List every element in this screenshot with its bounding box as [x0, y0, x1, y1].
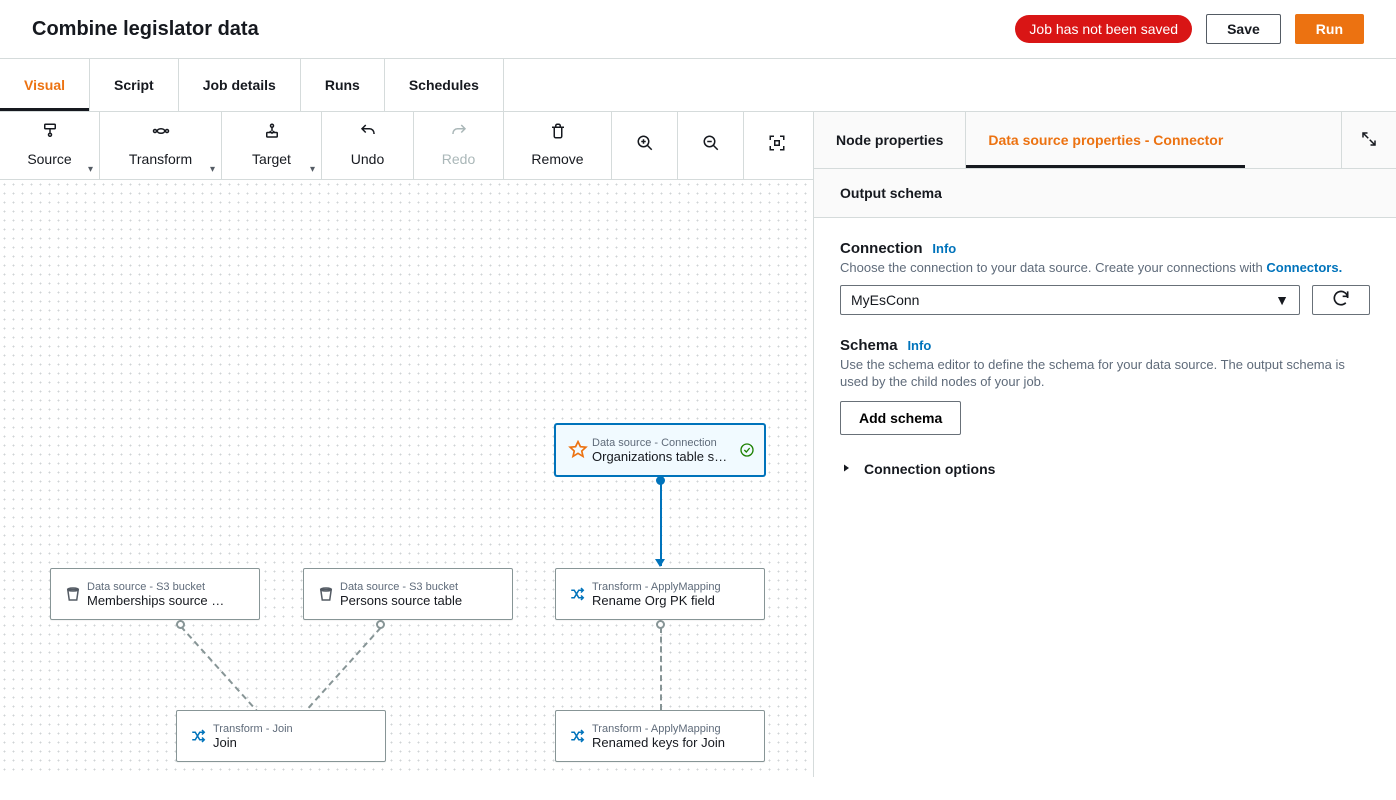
- canvas-column: Source Transform Target Undo: [0, 112, 814, 777]
- toolbar-remove[interactable]: Remove: [504, 112, 612, 179]
- fit-screen-icon: [767, 134, 787, 155]
- edge-persrc-join: [301, 627, 381, 716]
- connection-info-link[interactable]: Info: [932, 241, 956, 256]
- caret-right-icon: [840, 461, 852, 477]
- zoom-out-icon: [701, 134, 721, 155]
- zoom-in-icon: [635, 134, 655, 155]
- trash-icon: [548, 122, 568, 143]
- toolbar-source[interactable]: Source: [0, 112, 100, 179]
- edge-memsrc-join: [180, 626, 260, 715]
- expand-panel-button[interactable]: [1341, 112, 1396, 168]
- main-tabs: Visual Script Job details Runs Schedules: [0, 59, 1396, 112]
- port[interactable]: [176, 620, 185, 629]
- node-persons-source[interactable]: Data source - S3 bucket Persons source t…: [303, 568, 513, 620]
- tab-schedules[interactable]: Schedules: [385, 59, 504, 111]
- node-join[interactable]: Transform - Join Join: [176, 710, 386, 762]
- redo-icon: [449, 122, 469, 143]
- tab-runs[interactable]: Runs: [301, 59, 385, 111]
- toolbar-undo[interactable]: Undo: [322, 112, 414, 179]
- source-icon: [40, 122, 60, 143]
- editor: Source Transform Target Undo: [0, 112, 1396, 777]
- node-renamed-keys[interactable]: Transform - ApplyMapping Renamed keys fo…: [555, 710, 765, 762]
- connection-desc: Choose the connection to your data sourc…: [840, 259, 1370, 277]
- refresh-connections-button[interactable]: [1312, 285, 1370, 315]
- toolbar-redo: Redo: [414, 112, 504, 179]
- expand-icon: [1360, 130, 1378, 151]
- panel-body: Connection Info Choose the connection to…: [814, 218, 1396, 499]
- properties-panel: Node properties Data source properties -…: [814, 112, 1396, 777]
- schema-label: Schema: [840, 337, 898, 354]
- panel-tab-row: Node properties Data source properties -…: [814, 112, 1396, 169]
- schema-desc: Use the schema editor to define the sche…: [840, 356, 1370, 391]
- shuffle-icon: [564, 585, 592, 603]
- target-icon: [262, 122, 282, 143]
- arrowhead-icon: [655, 559, 665, 567]
- port[interactable]: [376, 620, 385, 629]
- toolbar-zoom-out[interactable]: [678, 112, 744, 179]
- success-icon: [738, 442, 756, 458]
- connection-select[interactable]: MyEsConn ▼: [840, 285, 1300, 315]
- port[interactable]: [656, 620, 665, 629]
- port[interactable]: [656, 476, 665, 485]
- page-title: Combine legislator data: [32, 18, 259, 41]
- tab-script[interactable]: Script: [90, 59, 179, 111]
- node-memberships-source[interactable]: Data source - S3 bucket Memberships sour…: [50, 568, 260, 620]
- chevron-down-icon: ▼: [1275, 292, 1289, 308]
- header-actions: Job has not been saved Save Run: [1015, 14, 1364, 44]
- toolbar-fit[interactable]: [744, 112, 810, 179]
- page-header: Combine legislator data Job has not been…: [0, 0, 1396, 59]
- bucket-icon: [59, 585, 87, 603]
- edge-orgsrc-renamepk: [660, 483, 662, 566]
- canvas-toolbar: Source Transform Target Undo: [0, 112, 813, 180]
- bucket-icon: [312, 585, 340, 603]
- edge-renamepk-renamed: [660, 627, 662, 710]
- toolbar-transform[interactable]: Transform: [100, 112, 222, 179]
- add-schema-button[interactable]: Add schema: [840, 401, 961, 435]
- tab-visual[interactable]: Visual: [0, 59, 90, 111]
- save-button[interactable]: Save: [1206, 14, 1281, 44]
- star-icon: [564, 440, 592, 460]
- connection-options-expander[interactable]: Connection options: [840, 461, 1370, 477]
- toolbar-zoom-in[interactable]: [612, 112, 678, 179]
- undo-icon: [358, 122, 378, 143]
- connection-label: Connection: [840, 240, 923, 257]
- schema-info-link[interactable]: Info: [907, 338, 931, 353]
- panel-subhead: Output schema: [814, 169, 1396, 218]
- save-status-pill: Job has not been saved: [1015, 15, 1192, 43]
- refresh-icon: [1331, 288, 1351, 311]
- dag-canvas[interactable]: Data source - Connection Organizations t…: [0, 180, 813, 777]
- tab-job-details[interactable]: Job details: [179, 59, 301, 111]
- shuffle-icon: [564, 727, 592, 745]
- node-org-source[interactable]: Data source - Connection Organizations t…: [555, 424, 765, 476]
- connectors-link[interactable]: Connectors.: [1266, 260, 1342, 275]
- shuffle-icon: [185, 727, 213, 745]
- transform-icon: [151, 122, 171, 143]
- tab-node-properties[interactable]: Node properties: [814, 112, 965, 168]
- toolbar-target[interactable]: Target: [222, 112, 322, 179]
- tab-datasource-properties[interactable]: Data source properties - Connector: [965, 112, 1245, 168]
- node-rename-org-pk[interactable]: Transform - ApplyMapping Rename Org PK f…: [555, 568, 765, 620]
- run-button[interactable]: Run: [1295, 14, 1364, 44]
